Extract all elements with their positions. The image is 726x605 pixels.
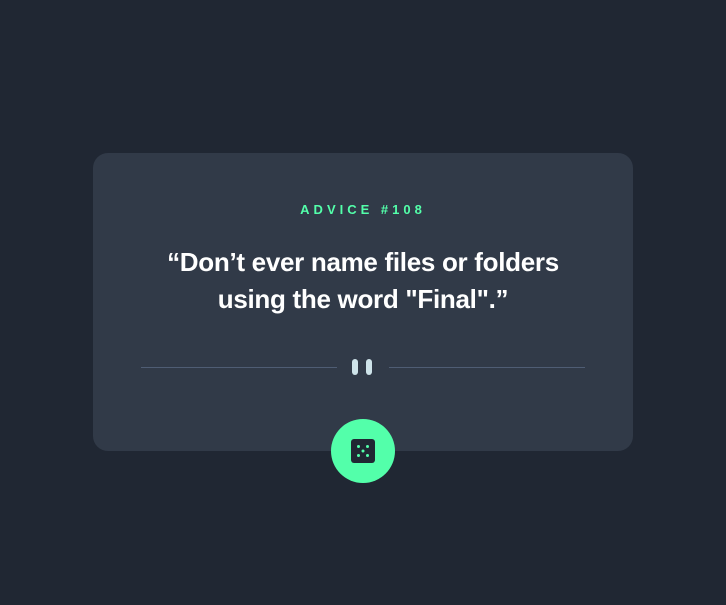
- divider-line-left: [141, 367, 337, 368]
- pause-icon: [352, 359, 374, 375]
- divider: [141, 357, 585, 377]
- dice-icon: [351, 439, 375, 463]
- advice-number: ADVICE #108: [300, 202, 426, 217]
- advice-quote-line: using the word "Final".”: [217, 284, 509, 314]
- divider-line-right: [389, 367, 585, 368]
- generate-advice-button[interactable]: [331, 419, 395, 483]
- advice-card: ADVICE #108 “Don’t ever name files or fo…: [93, 153, 633, 451]
- advice-quote-line: “Don’t ever name files or folders: [167, 247, 559, 277]
- advice-quote: “Don’t ever name files or folders using …: [123, 244, 603, 318]
